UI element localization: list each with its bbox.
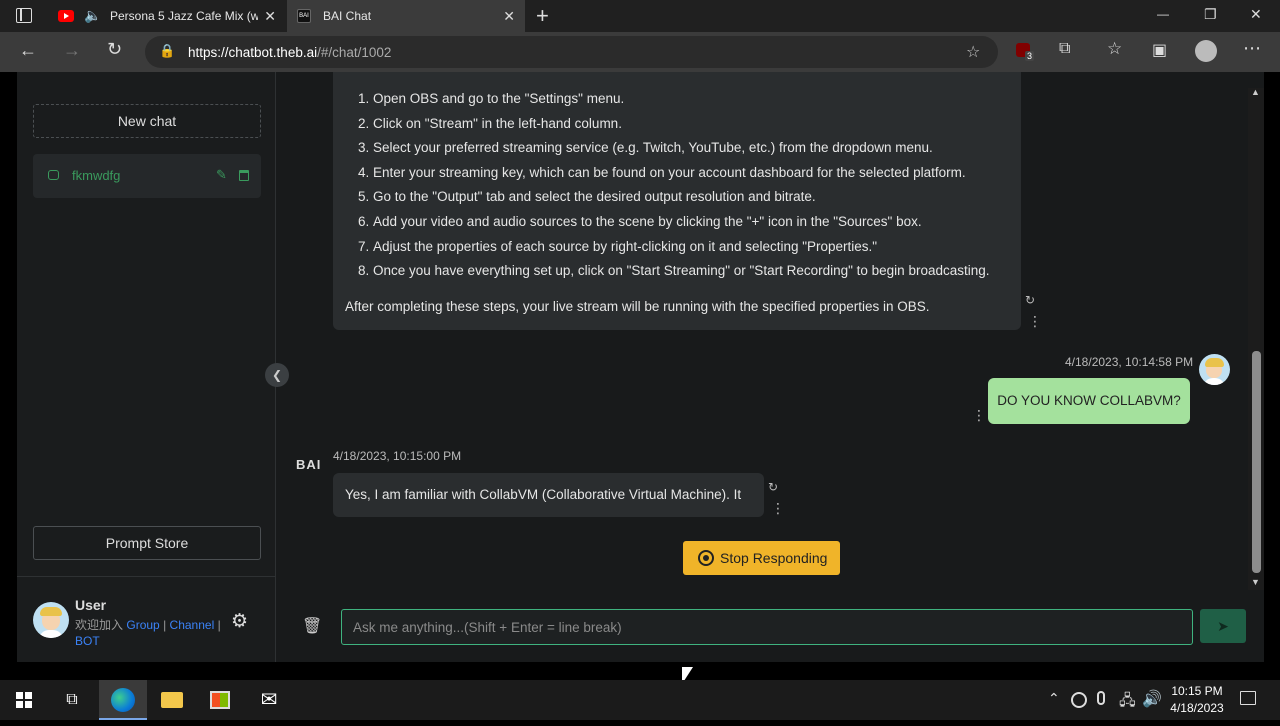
step-item: Go to the "Output" tab and select the de… bbox=[373, 185, 990, 210]
clear-chat-trash-icon[interactable]: 🗑 bbox=[302, 616, 322, 636]
microphone-icon[interactable] bbox=[1097, 691, 1105, 705]
tab-persona-jazz[interactable]: 🔈 Persona 5 Jazz Cafe Mix (w/ ✕ bbox=[50, 0, 286, 32]
group-link[interactable]: Group bbox=[126, 618, 159, 632]
channel-link[interactable]: Channel bbox=[170, 618, 215, 632]
reload-icon[interactable]: ↻ bbox=[107, 39, 122, 60]
step-item: Click on "Stream" in the left-hand colum… bbox=[373, 112, 990, 137]
steps-list: Open OBS and go to the "Settings" menu.C… bbox=[373, 87, 990, 284]
chat-input-row: 🗑 ➤ bbox=[276, 590, 1264, 662]
chat-scrollbar[interactable]: ▲ ▼ bbox=[1248, 87, 1264, 590]
ublock-extension-icon[interactable]: 3 bbox=[1016, 43, 1035, 61]
user-message-avatar bbox=[1199, 354, 1230, 385]
prompt-store-button[interactable]: Prompt Store bbox=[33, 526, 261, 560]
new-chat-button[interactable]: New chat bbox=[33, 104, 261, 138]
url-text[interactable]: https://chatbot.theb.ai/#/chat/1002 bbox=[188, 45, 391, 60]
extensions-puzzle-icon[interactable]: ⧉ bbox=[1059, 40, 1070, 58]
delete-icon[interactable] bbox=[239, 170, 249, 181]
bai-bot-logo: BAI bbox=[296, 457, 322, 472]
show-hidden-icons-chevron-icon[interactable]: ⌃ bbox=[1048, 690, 1060, 707]
user-message-timestamp: 4/18/2023, 10:14:58 PM bbox=[1065, 355, 1194, 369]
more-menu-icon[interactable]: ⋯ bbox=[1243, 38, 1261, 59]
windows-start-icon[interactable] bbox=[0, 680, 48, 720]
user-avatar bbox=[33, 602, 69, 638]
new-tab-button[interactable]: + bbox=[536, 3, 549, 29]
volume-icon[interactable]: 🔊 bbox=[1142, 689, 1162, 709]
favorite-star-icon[interactable]: ☆ bbox=[966, 42, 980, 62]
browser-toolbar: ← → ↻ 🔒 https://chatbot.theb.ai/#/chat/1… bbox=[0, 32, 1280, 72]
edge-browser-icon[interactable] bbox=[99, 680, 147, 720]
edit-icon[interactable]: ✎ bbox=[216, 167, 227, 183]
lock-icon[interactable]: 🔒 bbox=[159, 43, 175, 59]
ai-message-bubble: Open OBS and go to the "Settings" menu.C… bbox=[333, 72, 1021, 330]
step-item: Once you have everything set up, click o… bbox=[373, 259, 990, 284]
back-arrow-icon[interactable]: ← bbox=[19, 40, 37, 61]
ai-message-conclusion: After completing these steps, your live … bbox=[345, 299, 930, 314]
sidebar: New chat fkmwdfg ✎ Prompt Store User 欢迎加… bbox=[17, 72, 276, 662]
favorites-icon[interactable]: ☆ bbox=[1107, 39, 1122, 59]
security-tray-icon[interactable] bbox=[1071, 692, 1087, 708]
ai-message-timestamp: 4/18/2023, 10:15:00 PM bbox=[333, 449, 462, 463]
scroll-down-arrow-icon[interactable]: ▼ bbox=[1251, 577, 1260, 587]
regenerate-icon[interactable]: ↻ bbox=[768, 480, 778, 494]
settings-gear-icon[interactable]: ⚙ bbox=[231, 610, 248, 633]
user-name: User bbox=[75, 597, 107, 613]
tab-bai-chat[interactable]: BAI BAI Chat ✕ bbox=[287, 0, 525, 32]
tab-actions-icon[interactable] bbox=[16, 8, 32, 23]
user-panel: User 欢迎加入 Group | Channel | BOT ⚙ bbox=[17, 576, 276, 662]
step-item: Add your video and audio sources to the … bbox=[373, 210, 990, 235]
step-item: Open OBS and go to the "Settings" menu. bbox=[373, 87, 990, 112]
message-menu-icon[interactable]: ⋮ bbox=[1028, 313, 1042, 330]
tab-close-icon[interactable]: ✕ bbox=[264, 8, 276, 25]
tab-title: Persona 5 Jazz Cafe Mix (w/ bbox=[110, 9, 258, 23]
send-plane-icon: ➤ bbox=[1217, 618, 1229, 634]
address-bar[interactable]: 🔒 https://chatbot.theb.ai/#/chat/1002 ☆ bbox=[145, 36, 998, 68]
chat-input[interactable] bbox=[341, 609, 1193, 645]
profile-icon[interactable] bbox=[1195, 40, 1217, 62]
notifications-icon[interactable] bbox=[1240, 691, 1256, 705]
stop-icon bbox=[698, 550, 714, 566]
scroll-up-arrow-icon[interactable]: ▲ bbox=[1251, 87, 1260, 97]
taskbar-clock[interactable]: 10:15 PM 4/18/2023 bbox=[1162, 683, 1232, 717]
minimize-button[interactable]: — bbox=[1157, 7, 1169, 21]
youtube-icon bbox=[58, 10, 74, 22]
user-links: 欢迎加入 Group | Channel | BOT bbox=[75, 618, 221, 648]
forward-arrow-icon[interactable]: → bbox=[63, 40, 81, 61]
send-button[interactable]: ➤ bbox=[1200, 609, 1246, 643]
scrollbar-thumb[interactable] bbox=[1252, 351, 1261, 573]
step-item: Adjust the properties of each source by … bbox=[373, 235, 990, 260]
clock-date: 4/18/2023 bbox=[1170, 701, 1224, 715]
close-window-button[interactable]: ✕ bbox=[1250, 6, 1262, 23]
step-item: Enter your streaming key, which can be f… bbox=[373, 161, 990, 186]
bai-favicon-icon: BAI bbox=[297, 9, 311, 23]
ai-streaming-message: Yes, I am familiar with CollabVM (Collab… bbox=[333, 473, 764, 517]
message-menu-icon[interactable]: ⋮ bbox=[771, 500, 785, 517]
store-icon[interactable] bbox=[196, 680, 244, 720]
step-item: Select your preferred streaming service … bbox=[373, 136, 990, 161]
network-icon[interactable]: 🖧 bbox=[1119, 690, 1136, 715]
join-text: 欢迎加入 bbox=[75, 618, 124, 632]
browser-tab-bar: 🔈 Persona 5 Jazz Cafe Mix (w/ ✕ BAI BAI … bbox=[0, 0, 1280, 32]
file-explorer-icon[interactable] bbox=[148, 680, 196, 720]
user-message-menu-icon[interactable]: ⋮ bbox=[972, 407, 986, 424]
clock-time: 10:15 PM bbox=[1171, 684, 1223, 698]
restore-button[interactable]: ❐ bbox=[1204, 6, 1217, 23]
chat-page: New chat fkmwdfg ✎ Prompt Store User 欢迎加… bbox=[17, 72, 1264, 662]
stop-label: Stop Responding bbox=[720, 550, 828, 566]
chat-name: fkmwdfg bbox=[72, 168, 121, 183]
collections-icon[interactable]: ▣ bbox=[1152, 40, 1167, 60]
extension-badge: 3 bbox=[1025, 51, 1035, 61]
windows-taskbar: ⧉ ✉ ⌃ 🖧 🔊 10:15 PM 4/18/2023 bbox=[0, 680, 1280, 720]
chat-bubble-icon bbox=[48, 170, 59, 180]
stop-responding-button[interactable]: Stop Responding bbox=[683, 541, 840, 575]
speaker-icon[interactable]: 🔈 bbox=[84, 7, 101, 24]
sidebar-chat-item[interactable]: fkmwdfg ✎ bbox=[33, 154, 261, 198]
chat-messages: Open OBS and go to the "Settings" menu.C… bbox=[276, 72, 1248, 590]
regenerate-icon[interactable]: ↻ bbox=[1025, 293, 1035, 307]
tab-close-icon[interactable]: ✕ bbox=[503, 8, 515, 25]
tab-title: BAI Chat bbox=[323, 9, 372, 23]
mail-icon[interactable]: ✉ bbox=[245, 680, 293, 720]
user-message-bubble: DO YOU KNOW COLLABVM? bbox=[988, 378, 1190, 424]
bot-link[interactable]: BOT bbox=[75, 634, 100, 648]
task-view-icon[interactable]: ⧉ bbox=[48, 680, 96, 720]
